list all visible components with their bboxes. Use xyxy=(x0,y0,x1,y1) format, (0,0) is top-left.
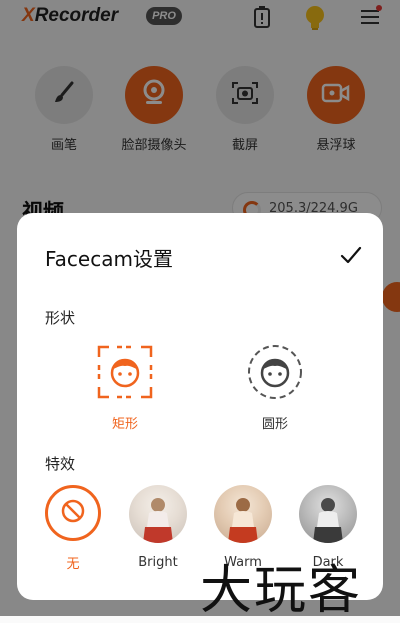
prohibited-icon xyxy=(60,498,86,528)
shape-option-rectangle[interactable]: 矩形 xyxy=(85,343,165,432)
effect-none-thumb xyxy=(45,485,101,541)
effects-section-label: 特效 xyxy=(45,455,76,473)
circle-face-icon xyxy=(245,345,305,405)
effect-dark-thumb xyxy=(299,485,357,543)
effect-bright-label: Bright xyxy=(138,555,178,570)
sheet-title: Facecam设置 xyxy=(45,247,173,271)
shape-option-circle[interactable]: 圆形 xyxy=(235,343,315,432)
effect-warm-thumb xyxy=(214,485,272,543)
rectangle-face-icon xyxy=(95,345,155,405)
confirm-check-icon[interactable] xyxy=(339,243,363,271)
shape-circle-label: 圆形 xyxy=(261,417,288,432)
effect-none-label: 无 xyxy=(66,557,80,572)
effect-none[interactable]: 无 xyxy=(41,485,105,572)
facecam-settings-sheet: Facecam设置 形状 矩形 圆形 特效 无 Bright Warm Dark xyxy=(17,213,383,600)
effect-bright[interactable]: Bright xyxy=(126,485,190,570)
effect-bright-thumb xyxy=(129,485,187,543)
shape-section-label: 形状 xyxy=(45,309,76,327)
watermark-text: 大玩客 xyxy=(200,561,363,621)
shape-rectangle-label: 矩形 xyxy=(111,417,138,432)
